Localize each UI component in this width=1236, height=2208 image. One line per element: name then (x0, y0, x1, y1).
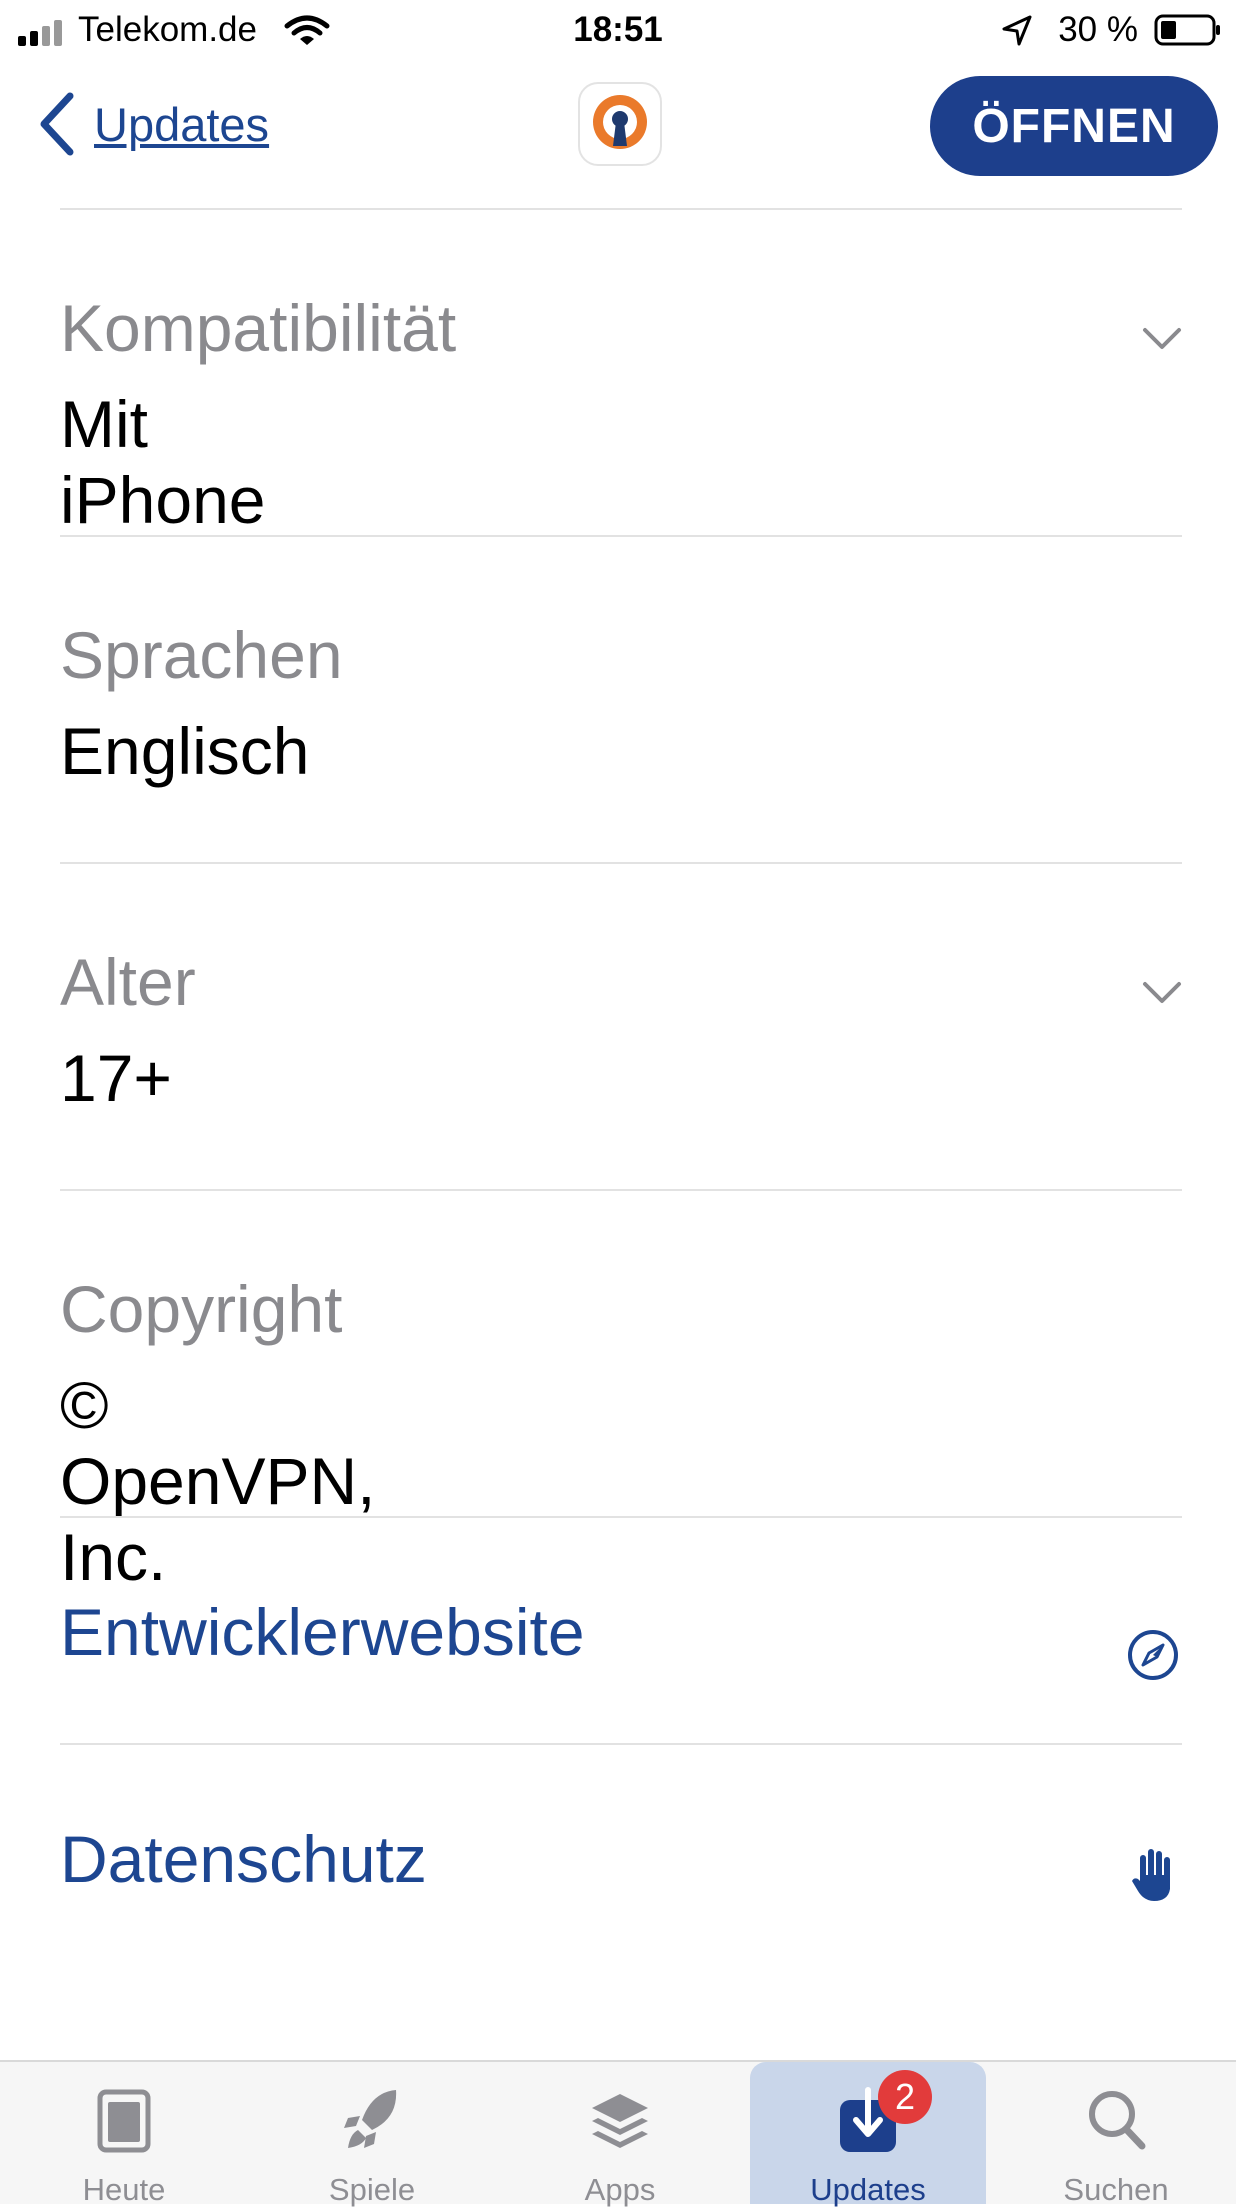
compass-icon (1128, 1630, 1178, 1680)
tab-label: Apps (584, 2172, 656, 2207)
hand-icon (1132, 1849, 1170, 1901)
divider (60, 208, 1182, 210)
link-label: Entwicklerwebsite (60, 1595, 585, 1669)
divider (60, 535, 1182, 537)
chevron-left-icon (40, 92, 74, 156)
privacy-link[interactable]: Datenschutz (0, 1745, 1236, 1969)
chevron-down-icon[interactable] (1142, 326, 1182, 352)
tab-label: Updates (810, 2172, 926, 2207)
updates-badge: 2 (878, 2070, 932, 2124)
row-value: Mit iPhone (60, 387, 266, 537)
today-icon (97, 2089, 151, 2153)
battery-percent: 30 % (1058, 10, 1138, 49)
tab-label: Heute (82, 2172, 166, 2207)
row-label: Kompatibilität (60, 291, 457, 365)
location-arrow-icon (1002, 15, 1032, 46)
rocket-icon (344, 2090, 397, 2148)
status-time: 18:51 (573, 10, 663, 49)
back-button-label: Updates (94, 97, 270, 151)
openvpn-keyhole-icon (593, 95, 647, 149)
tab-updates[interactable]: 2 Updates (750, 2062, 986, 2207)
back-button[interactable]: Updates (36, 92, 269, 156)
tab-today[interactable]: Heute (6, 2062, 242, 2207)
link-label: Datenschutz (60, 1822, 427, 1896)
tab-bar: Heute Spiele Apps 2 Updates Suchen (0, 2060, 1236, 2207)
row-label: Sprachen (60, 618, 343, 692)
open-button[interactable]: ÖFFNEN (930, 76, 1218, 176)
row-label: Alter (60, 945, 196, 1019)
tab-games[interactable]: Spiele (254, 2062, 490, 2207)
divider (60, 1189, 1182, 1191)
layers-icon (592, 2094, 648, 2148)
divider (60, 862, 1182, 864)
tab-apps[interactable]: Apps (502, 2062, 738, 2207)
tab-label: Spiele (328, 2172, 416, 2207)
app-icon (578, 82, 662, 166)
row-label: Copyright (60, 1272, 343, 1346)
developer-website-link[interactable]: Entwicklerwebsite (0, 1518, 1236, 1742)
battery-icon (1154, 14, 1220, 46)
tab-label: Suchen (1063, 2172, 1169, 2207)
row-value: Englisch (60, 714, 310, 788)
tab-search[interactable]: Suchen (998, 2062, 1234, 2207)
chevron-down-icon[interactable] (1142, 980, 1182, 1006)
search-icon (1089, 2091, 1146, 2150)
row-value: 17+ (60, 1041, 172, 1115)
